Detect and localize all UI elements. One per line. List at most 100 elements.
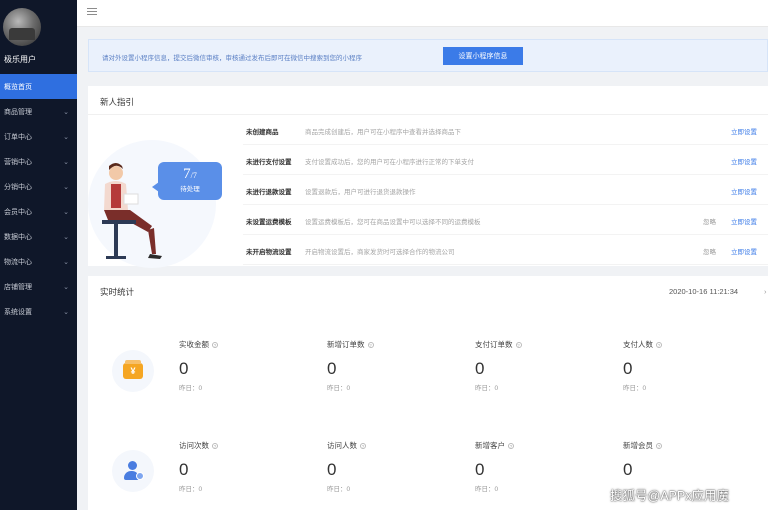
metric-new-members: 新增会员? 0 (623, 440, 743, 479)
notice-text: 请对外设置小程序信息，提交后微信审核，审核通过发布后即可在微信中搜索到您的小程序 (102, 55, 362, 62)
help-icon[interactable]: ? (367, 342, 374, 349)
task-title: 未创建商品 (246, 129, 279, 136)
shop-name: 极乐用户 (4, 55, 36, 64)
metric-label: 新增订单数 (327, 340, 365, 349)
sidebar-item-label: 物流中心 (4, 258, 32, 266)
chevron-down-icon: ⌄ (63, 283, 69, 291)
ignore-link[interactable]: 忽略 (703, 246, 716, 256)
task-description: 支付设置成功后，您的用户可在小程序进行正常的下单支付 (305, 159, 474, 166)
sidebar-item-marketing[interactable]: 营销中心 ⌄ (0, 149, 77, 174)
help-icon[interactable]: ? (656, 443, 662, 450)
pending-count: 7 (183, 166, 191, 182)
sidebar-item-store[interactable]: 店铺管理 ⌄ (0, 274, 77, 299)
metric-label: 新增客户 (475, 441, 505, 450)
sidebar-item-logistics[interactable]: 物流中心 ⌄ (0, 249, 77, 274)
setup-now-link[interactable]: 立即设置 (731, 156, 757, 166)
chevron-down-icon: ⌄ (63, 183, 69, 191)
setup-notice: 请对外设置小程序信息，提交后微信审核，审核通过发布后即可在微信中搜索到您的小程序… (88, 39, 768, 72)
help-icon[interactable]: ? (656, 342, 662, 349)
setup-now-link[interactable]: 立即设置 (731, 216, 757, 226)
wallet-icon: ¥ (112, 350, 154, 392)
metric-value: 0 (475, 359, 485, 378)
metric-label: 访问人数 (327, 441, 357, 450)
metric-paid-orders: 支付订单数? 0 昨日：0 (475, 339, 595, 392)
ignore-link[interactable]: 忽略 (703, 216, 716, 226)
guide-illustration: 7/7 待处理 (88, 126, 236, 268)
task-description: 商品完成创建后，用户可在小程序中查看并选择商品下 (305, 129, 461, 136)
task-title: 未进行支付设置 (246, 159, 292, 166)
more-icon[interactable]: › (764, 287, 767, 296)
help-icon[interactable]: ? (360, 443, 366, 450)
sidebar-item-members[interactable]: 会员中心 ⌄ (0, 199, 77, 224)
task-description: 设置退款后，用户可进行退货退款操作 (305, 189, 416, 196)
sidebar-item-label: 店铺管理 (4, 283, 32, 291)
setup-now-link[interactable]: 立即设置 (731, 246, 757, 256)
sidebar-item-settings[interactable]: 系统设置 ⌄ (0, 299, 77, 324)
list-item: 未进行支付设置 支付设置成功后，您的用户可在小程序进行正常的下单支付 立即设置 (243, 145, 768, 175)
sidebar-item-label: 会员中心 (4, 208, 32, 216)
task-description: 开启物流设置后，商家发货时可选择合作的物流公司 (305, 249, 455, 256)
metric-label: 实收金额 (179, 340, 209, 349)
metric-value: 0 (623, 359, 633, 378)
metric-yesterday: 昨日：0 (179, 486, 203, 493)
metric-yesterday: 昨日：0 (623, 385, 647, 392)
guide-task-list: 未创建商品 商品完成创建后，用户可在小程序中查看并选择商品下 立即设置 未进行支… (243, 115, 768, 265)
metric-yesterday: 昨日：0 (475, 486, 499, 493)
sidebar-item-orders[interactable]: 订单中心 ⌄ (0, 124, 77, 149)
metric-paying-users: 支付人数? 0 昨日：0 (623, 339, 743, 392)
pending-total: /7 (190, 171, 197, 180)
metric-visitors: 访问人数? 0 昨日：0 (327, 440, 447, 493)
metric-yesterday: 昨日：0 (179, 385, 203, 392)
sidebar-item-data[interactable]: 数据中心 ⌄ (0, 224, 77, 249)
chevron-down-icon: ⌄ (63, 133, 69, 141)
set-miniprogram-info-button[interactable]: 设置小程序信息 (443, 47, 523, 65)
shop-avatar[interactable] (3, 8, 41, 46)
setup-now-link[interactable]: 立即设置 (731, 186, 757, 196)
sidebar-item-label: 概览首页 (4, 83, 32, 91)
list-item: 未开启物流设置 开启物流设置后，商家发货时可选择合作的物流公司 忽略 立即设置 (243, 235, 768, 265)
metric-new-orders: 新增订单数? 0 昨日：0 (327, 339, 447, 392)
sidebar-menu: 概览首页 商品管理 ⌄ 订单中心 ⌄ 营销中心 ⌄ 分销中心 ⌄ 会员中心 ⌄ 数据中心 ⌄… (0, 74, 77, 324)
wallet-glyph: ¥ (123, 360, 143, 379)
chevron-down-icon: ⌄ (63, 158, 69, 166)
watermark: 搜狐号@APPx应用魔 (610, 489, 729, 503)
task-description: 设置运费模板后，您可在商品设置中可以选择不同的运费模板 (305, 219, 481, 226)
sidebar-item-label: 分销中心 (4, 183, 32, 191)
metric-new-customers: 新增客户? 0 昨日：0 (475, 440, 595, 493)
setup-now-link[interactable]: 立即设置 (731, 126, 757, 136)
metric-value: 0 (327, 359, 337, 378)
metric-label: 访问次数 (179, 441, 209, 450)
top-bar (77, 0, 768, 27)
chevron-down-icon: ⌄ (63, 233, 69, 241)
help-icon[interactable]: ? (212, 443, 218, 450)
metric-value: 0 (179, 460, 189, 479)
chevron-down-icon: ⌄ (63, 308, 69, 316)
sidebar-item-overview[interactable]: 概览首页 (0, 74, 77, 99)
realtime-stats-card: 实时统计 2020-10-16 11:21:34 › ¥ 实收金额? 0 昨日：… (88, 276, 768, 510)
list-item: 未创建商品 商品完成创建后，用户可在小程序中查看并选择商品下 立即设置 (243, 115, 768, 145)
metric-label: 支付订单数 (475, 340, 513, 349)
metric-received-amount: 实收金额? 0 昨日：0 (179, 339, 299, 392)
sidebar: 极乐用户 概览首页 商品管理 ⌄ 订单中心 ⌄ 营销中心 ⌄ 分销中心 ⌄ 会员中心 ⌄ … (0, 0, 77, 510)
help-icon[interactable]: ? (508, 443, 514, 450)
metric-label: 新增会员 (623, 441, 653, 450)
sidebar-item-products[interactable]: 商品管理 ⌄ (0, 99, 77, 124)
metric-yesterday: 昨日：0 (475, 385, 499, 392)
task-title: 未设置运费模板 (246, 219, 292, 226)
sidebar-item-label: 营销中心 (4, 158, 32, 166)
help-icon[interactable]: ? (212, 342, 218, 349)
metric-yesterday: 昨日：0 (327, 385, 351, 392)
metric-visits: 访问次数? 0 昨日：0 (179, 440, 299, 493)
guide-title: 新人指引 (100, 97, 135, 107)
sidebar-item-label: 系统设置 (4, 308, 32, 316)
help-icon[interactable]: ? (515, 342, 522, 349)
menu-toggle-icon[interactable] (87, 8, 97, 18)
stats-timestamp: 2020-10-16 11:21:34 (669, 287, 739, 296)
metric-yesterday: 昨日：0 (327, 486, 351, 493)
pending-count-bubble: 7/7 待处理 (152, 162, 222, 200)
sidebar-item-distribution[interactable]: 分销中心 ⌄ (0, 174, 77, 199)
chevron-down-icon: ⌄ (63, 108, 69, 116)
metric-value: 0 (623, 460, 633, 479)
chevron-down-icon: ⌄ (63, 258, 69, 266)
list-item: 未进行退款设置 设置退款后，用户可进行退货退款操作 立即设置 (243, 175, 768, 205)
